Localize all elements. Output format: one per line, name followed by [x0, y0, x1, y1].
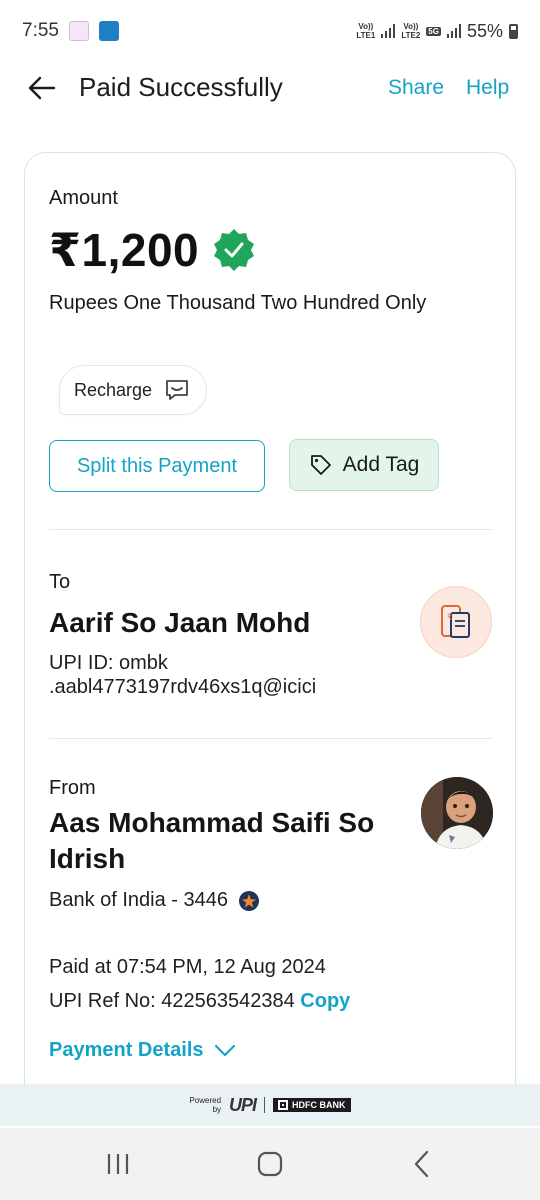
hdfc-bank-logo: HDFC BANK — [273, 1098, 351, 1112]
sim1-signal-icon — [381, 24, 396, 38]
amount-value: ₹1,200 — [49, 224, 200, 276]
split-payment-button[interactable]: Split this Payment — [49, 440, 265, 492]
logo-separator — [264, 1097, 266, 1113]
status-time: 7:55 — [22, 20, 59, 41]
from-label: From — [49, 777, 96, 799]
sim2-label: Vo)) LTE2 — [401, 22, 421, 40]
copy-ref-button[interactable]: Copy — [300, 990, 350, 1012]
powered-by-text: Powered by — [189, 1096, 222, 1114]
avatar-photo — [421, 777, 493, 849]
payer-name-line1: Aas Mohammad Saifi So — [49, 807, 375, 838]
payment-details-toggle[interactable]: Payment Details — [49, 1039, 236, 1062]
home-icon[interactable] — [250, 1146, 290, 1182]
divider — [49, 738, 493, 739]
add-tag-label: Add Tag — [342, 453, 420, 476]
powered-by-bar: Powered by UPI HDFC BANK — [0, 1084, 540, 1126]
payment-note-text: Recharge — [74, 379, 153, 400]
upi-ref-text: UPI Ref No: 422563542384 — [49, 990, 295, 1012]
add-tag-button[interactable]: Add Tag — [289, 439, 439, 491]
payee-upi-id-line1: UPI ID: ombk — [49, 652, 168, 674]
payer-avatar — [421, 777, 493, 849]
status-bar: 7:55 Vo)) LTE1 Vo)) LTE2 5G 55% — [0, 0, 540, 62]
paid-at-text: Paid at 07:54 PM, 12 Aug 2024 — [49, 956, 326, 978]
sim2-signal-icon — [446, 24, 461, 38]
page-title: Paid Successfully — [79, 72, 283, 102]
receipt-phone-icon: ₹ — [441, 605, 470, 638]
arrow-left-icon[interactable] — [28, 76, 56, 100]
payee-name: Aarif So Jaan Mohd — [49, 607, 311, 638]
upi-ref-row: UPI Ref No: 422563542384 Copy — [49, 989, 350, 1013]
recent-apps-icon[interactable] — [98, 1146, 138, 1182]
notification-app-icon-2 — [98, 21, 119, 41]
amount-row: ₹1,200 — [49, 223, 257, 277]
sim1-label: Vo)) LTE1 — [356, 22, 376, 40]
notification-app-icon — [68, 21, 89, 41]
status-left: 7:55 — [22, 20, 119, 42]
help-button[interactable]: Help — [466, 76, 509, 100]
to-label: To — [49, 571, 71, 593]
chevron-down-icon — [214, 1044, 235, 1056]
payment-note-chip[interactable]: Recharge — [59, 365, 208, 415]
amount-label: Amount — [49, 187, 118, 209]
message-icon — [166, 380, 188, 400]
share-button[interactable]: Share — [388, 76, 444, 100]
upi-logo: UPI — [229, 1094, 257, 1115]
payment-details-label: Payment Details — [49, 1039, 204, 1061]
tag-icon — [310, 455, 331, 475]
verified-badge-icon — [214, 229, 255, 271]
bank-of-india-icon — [239, 890, 260, 911]
divider — [49, 529, 493, 530]
payer-bank-text: Bank of India - 3446 — [49, 889, 229, 911]
system-back-icon[interactable] — [402, 1146, 442, 1182]
hdfc-mark-icon — [278, 1100, 289, 1110]
payee-upi-id-line2: .aabl4773197rdv46xs1q@icici — [49, 676, 317, 698]
amount-in-words: Rupees One Thousand Two Hundred Only — [49, 292, 427, 314]
status-right: Vo)) LTE1 Vo)) LTE2 5G 55% — [356, 21, 518, 42]
battery-icon — [509, 23, 518, 39]
battery-percent: 55% — [466, 20, 503, 41]
top-app-bar: Paid Successfully Share Help — [0, 62, 540, 114]
network-5g-badge: 5G — [426, 26, 441, 36]
payee-avatar: ₹ — [420, 586, 492, 658]
payer-name-line2: Idrish — [49, 843, 126, 874]
system-navigation-bar — [0, 1128, 540, 1200]
payment-receipt-card: Amount ₹1,200 Rupees One Thousand Two Hu… — [24, 152, 516, 1112]
svg-text:₹: ₹ — [447, 613, 453, 623]
payer-bank-row: Bank of India - 3446 — [49, 889, 260, 912]
